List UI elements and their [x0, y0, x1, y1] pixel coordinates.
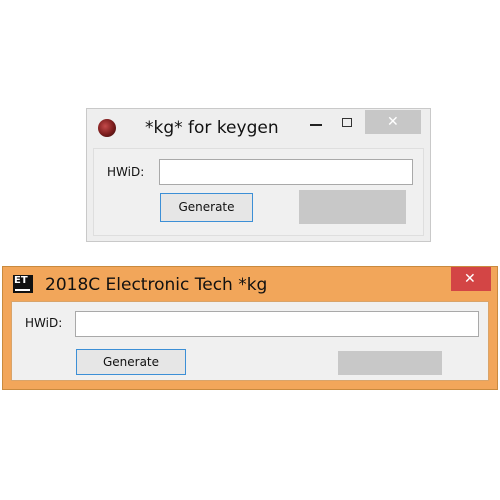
et-logo-icon: ET: [13, 275, 33, 293]
generate-button[interactable]: Generate: [76, 349, 186, 375]
hwid-input[interactable]: [159, 159, 413, 185]
hwid-input[interactable]: [75, 311, 479, 337]
close-icon: ✕: [387, 114, 399, 130]
minimize-icon: [310, 124, 322, 126]
close-button[interactable]: ✕: [365, 110, 421, 134]
window-client-area: HWiD: Generate: [11, 301, 489, 381]
minimize-button[interactable]: [305, 115, 327, 133]
hwid-label: HWiD:: [107, 165, 145, 179]
title-bar[interactable]: *kg* for keygen ✕: [87, 109, 430, 147]
maximize-button[interactable]: [337, 114, 357, 132]
generate-button[interactable]: Generate: [160, 193, 253, 222]
close-icon: ✕: [464, 271, 476, 287]
keygen-window-1: *kg* for keygen ✕ HWiD: Generate: [86, 108, 431, 242]
output-field: [338, 351, 442, 375]
keygen-window-2: ET 2018C Electronic Tech *kg ✕ HWiD: Gen…: [2, 266, 498, 390]
maximize-icon: [342, 118, 352, 127]
app-icon: [98, 119, 116, 137]
output-field: [299, 190, 406, 224]
close-button[interactable]: ✕: [451, 267, 491, 291]
window-title: 2018C Electronic Tech *kg: [45, 275, 268, 295]
hwid-label: HWiD:: [25, 316, 63, 330]
window-client-area: HWiD: Generate: [93, 148, 424, 236]
window-title: *kg* for keygen: [145, 118, 279, 138]
title-bar[interactable]: ET 2018C Electronic Tech *kg ✕: [3, 267, 497, 299]
et-logo-text: ET: [14, 275, 28, 286]
